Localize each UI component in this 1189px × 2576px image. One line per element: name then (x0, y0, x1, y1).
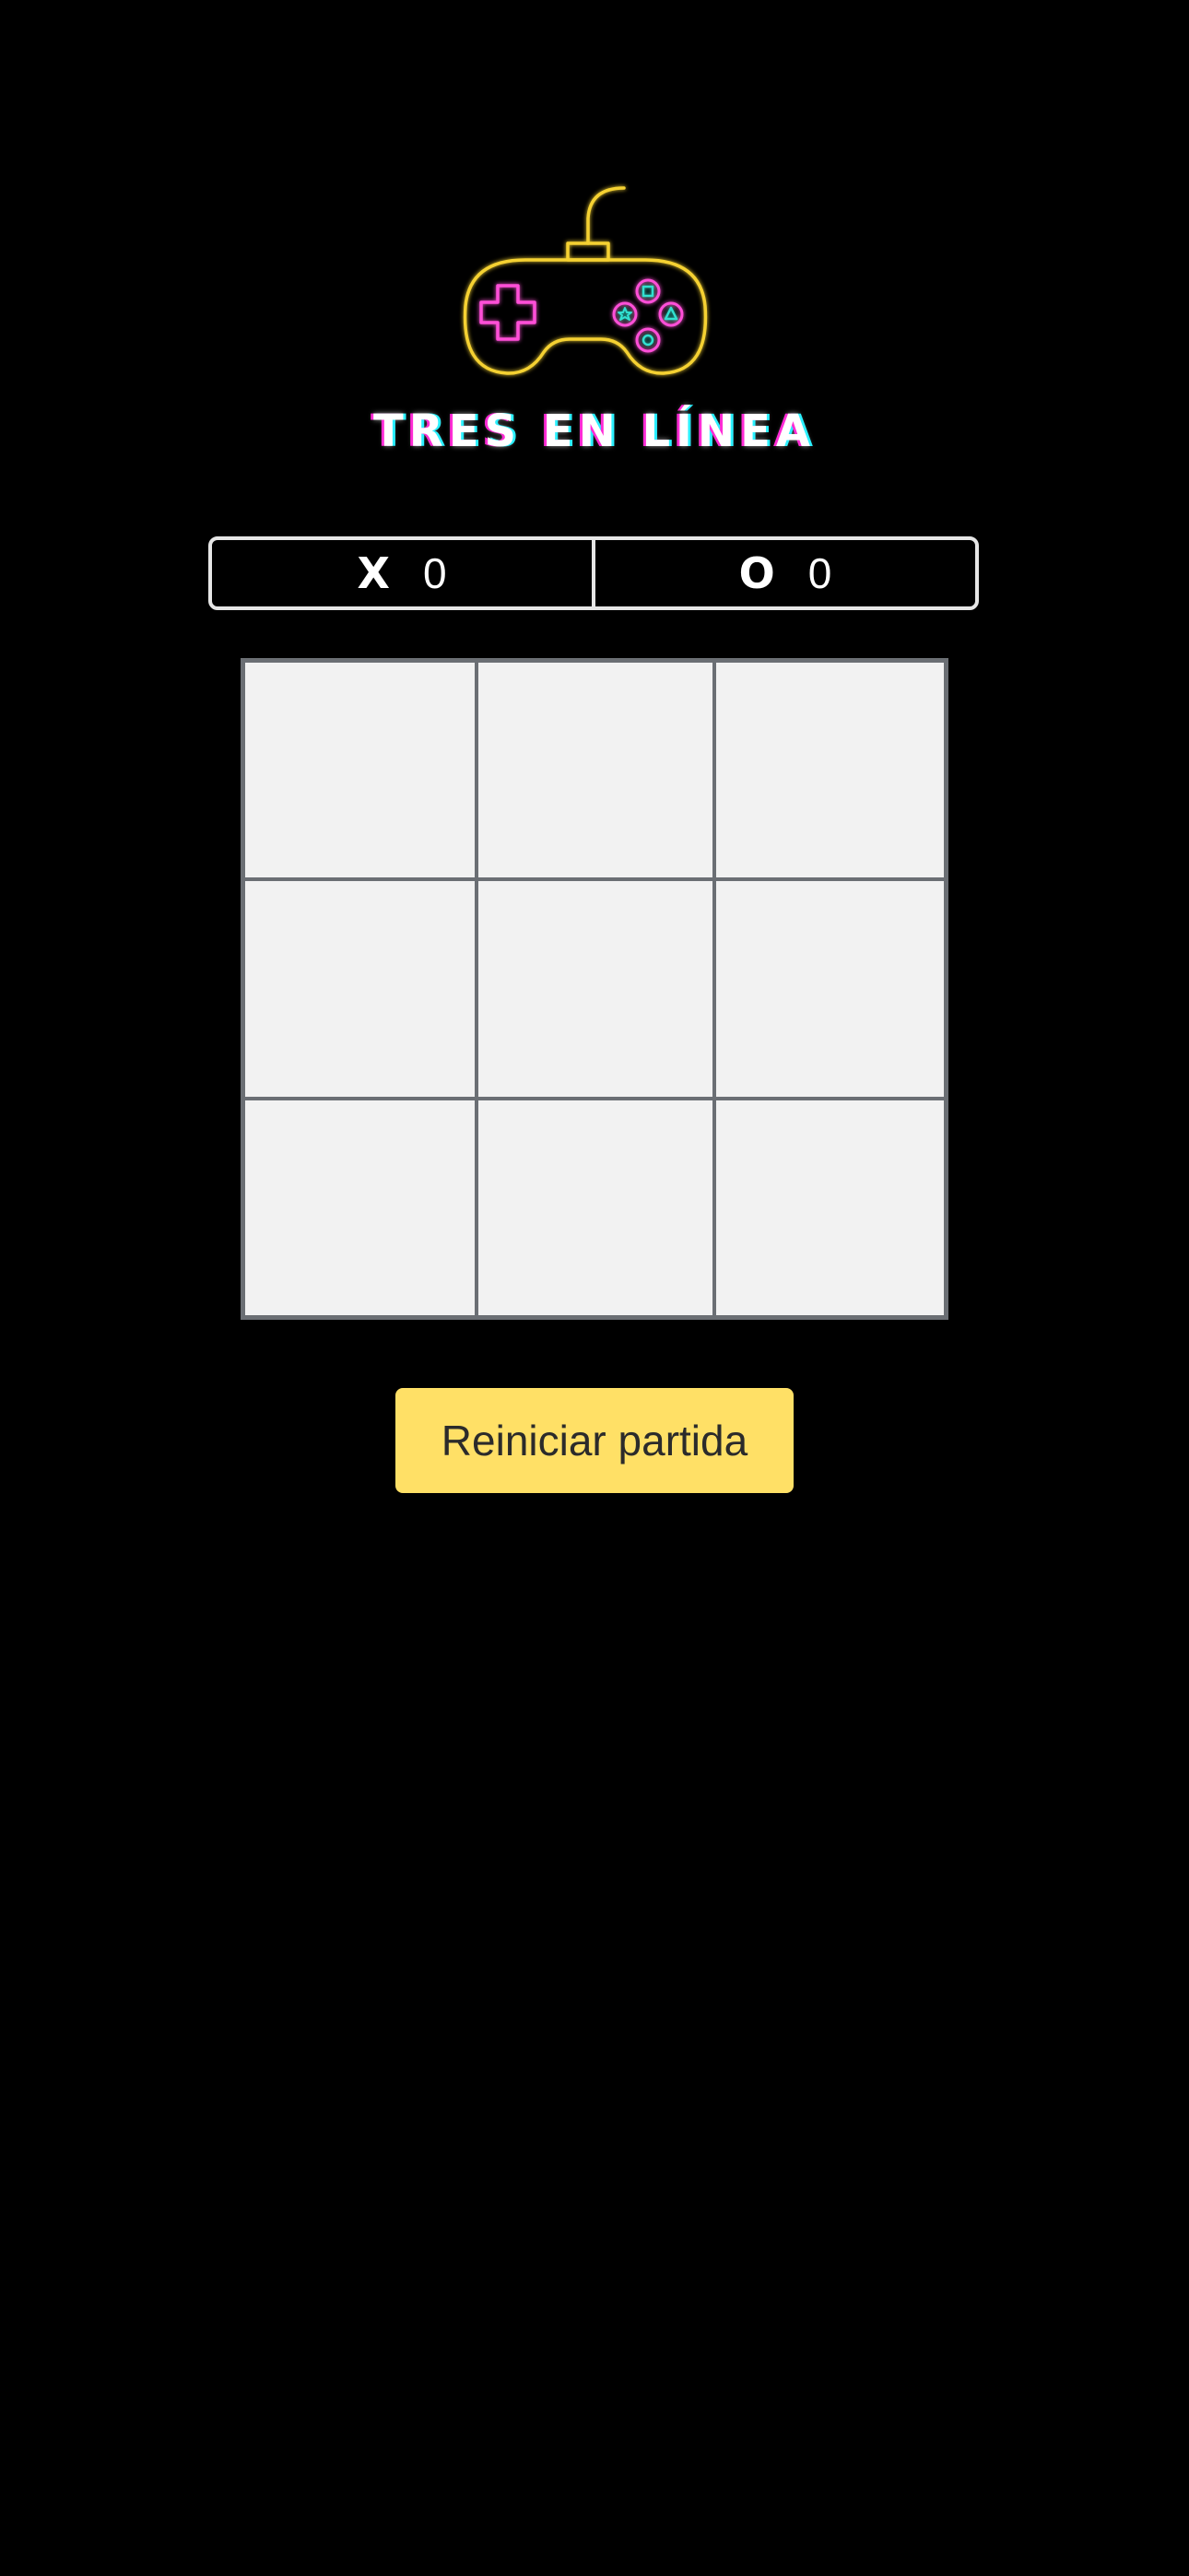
game-board (241, 658, 948, 1320)
gamepad-icon (452, 177, 719, 389)
player-x-label: X (357, 548, 390, 598)
page-title: TRES EN LÍNEA (373, 406, 816, 457)
board-cell-5[interactable] (477, 879, 714, 1099)
scoreboard: X 0 O 0 (208, 536, 979, 610)
board-cell-4[interactable] (243, 879, 477, 1099)
board-cell-9[interactable] (714, 1099, 946, 1317)
player-o-score: 0 (807, 549, 832, 597)
board-cell-6[interactable] (714, 879, 946, 1099)
board-cell-2[interactable] (477, 661, 714, 879)
board-cell-8[interactable] (477, 1099, 714, 1317)
score-player-x: X 0 (212, 540, 595, 606)
board-cell-3[interactable] (714, 661, 946, 879)
reset-button[interactable]: Reiniciar partida (395, 1388, 794, 1493)
board-cell-1[interactable] (243, 661, 477, 879)
score-player-o: O 0 (595, 540, 975, 606)
player-o-label: O (738, 548, 775, 598)
board-cell-7[interactable] (243, 1099, 477, 1317)
player-x-score: 0 (422, 549, 447, 597)
